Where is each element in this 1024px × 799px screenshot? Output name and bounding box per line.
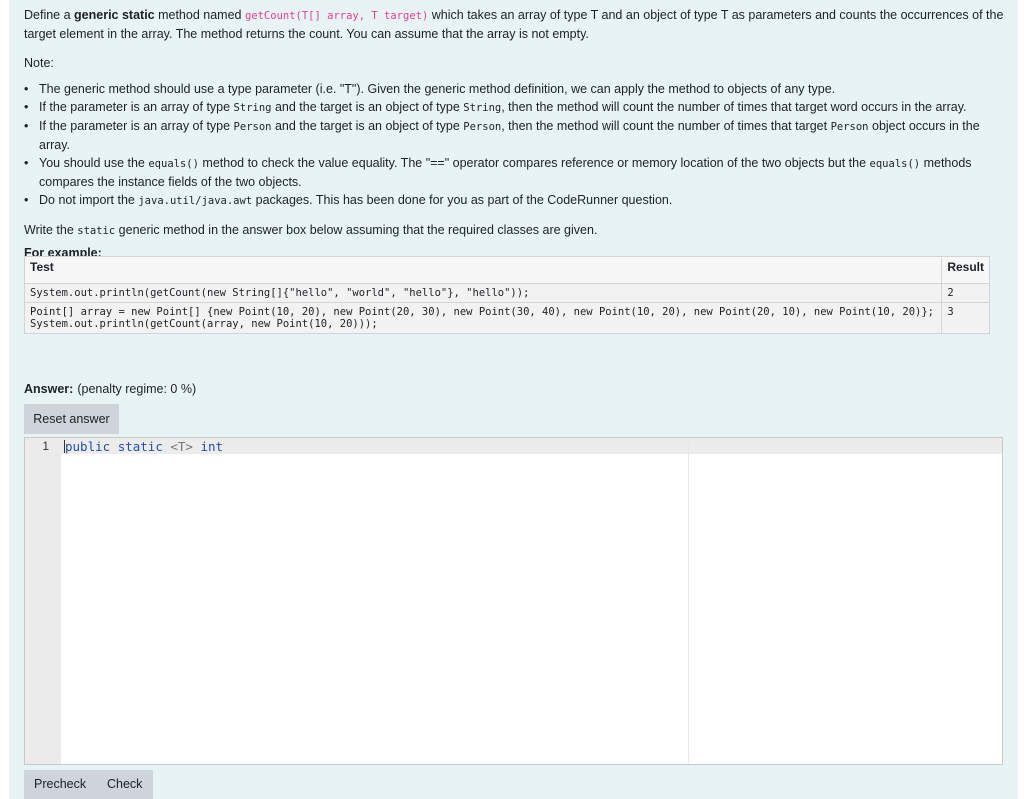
result-cell: 3 bbox=[941, 302, 990, 334]
header-result: Result bbox=[941, 256, 990, 284]
list-item: • If the parameter is an array of type St… bbox=[24, 100, 967, 114]
test-cell: System.out.println(getCount(new String[]… bbox=[23, 283, 943, 303]
list-item: • Do not import the java.util/java.awt pa… bbox=[24, 193, 673, 207]
precheck-button[interactable]: Precheck bbox=[34, 770, 86, 799]
action-buttons: Precheck Check bbox=[24, 770, 153, 799]
check-button[interactable]: Check bbox=[107, 770, 142, 799]
code-line[interactable]: public static <T> int bbox=[64, 439, 223, 454]
reset-answer-button[interactable]: Reset answer bbox=[24, 404, 119, 434]
list-item: • If the parameter is an array of type Pe… bbox=[24, 119, 980, 152]
list-item: • You should use the equals() method to c… bbox=[24, 156, 972, 189]
write-instruction: Write the static generic method in the a… bbox=[24, 223, 598, 237]
examples-table: Test Result System.out.println(getCount(… bbox=[23, 256, 990, 334]
note-list: • The generic method should use a type pa… bbox=[24, 80, 1004, 210]
line-number: 1 bbox=[42, 439, 49, 453]
code-editor[interactable]: 1 public static <T> int bbox=[24, 437, 1003, 765]
penalty-regime: (penalty regime: 0 %) bbox=[77, 382, 197, 396]
table-row: System.out.println(getCount(new String[]… bbox=[23, 283, 990, 303]
print-margin bbox=[688, 438, 689, 764]
method-signature: getCount(T[] array, T target) bbox=[244, 10, 429, 22]
header-test: Test bbox=[23, 256, 943, 284]
result-cell: 2 bbox=[941, 283, 990, 303]
test-cell: Point[] array = new Point[] {new Point(1… bbox=[23, 302, 943, 334]
table-header-row: Test Result bbox=[23, 256, 990, 284]
editor-gutter: 1 bbox=[25, 438, 61, 764]
list-item: • The generic method should use a type pa… bbox=[24, 82, 836, 96]
answer-label: Answer: (penalty regime: 0 %) bbox=[24, 382, 197, 396]
table-row: Point[] array = new Point[] {new Point(1… bbox=[23, 302, 990, 334]
note-label: Note: bbox=[24, 56, 54, 70]
question-text: Define a generic static method named get… bbox=[24, 6, 1004, 262]
question-intro: Define a generic static method named get… bbox=[24, 8, 1004, 41]
